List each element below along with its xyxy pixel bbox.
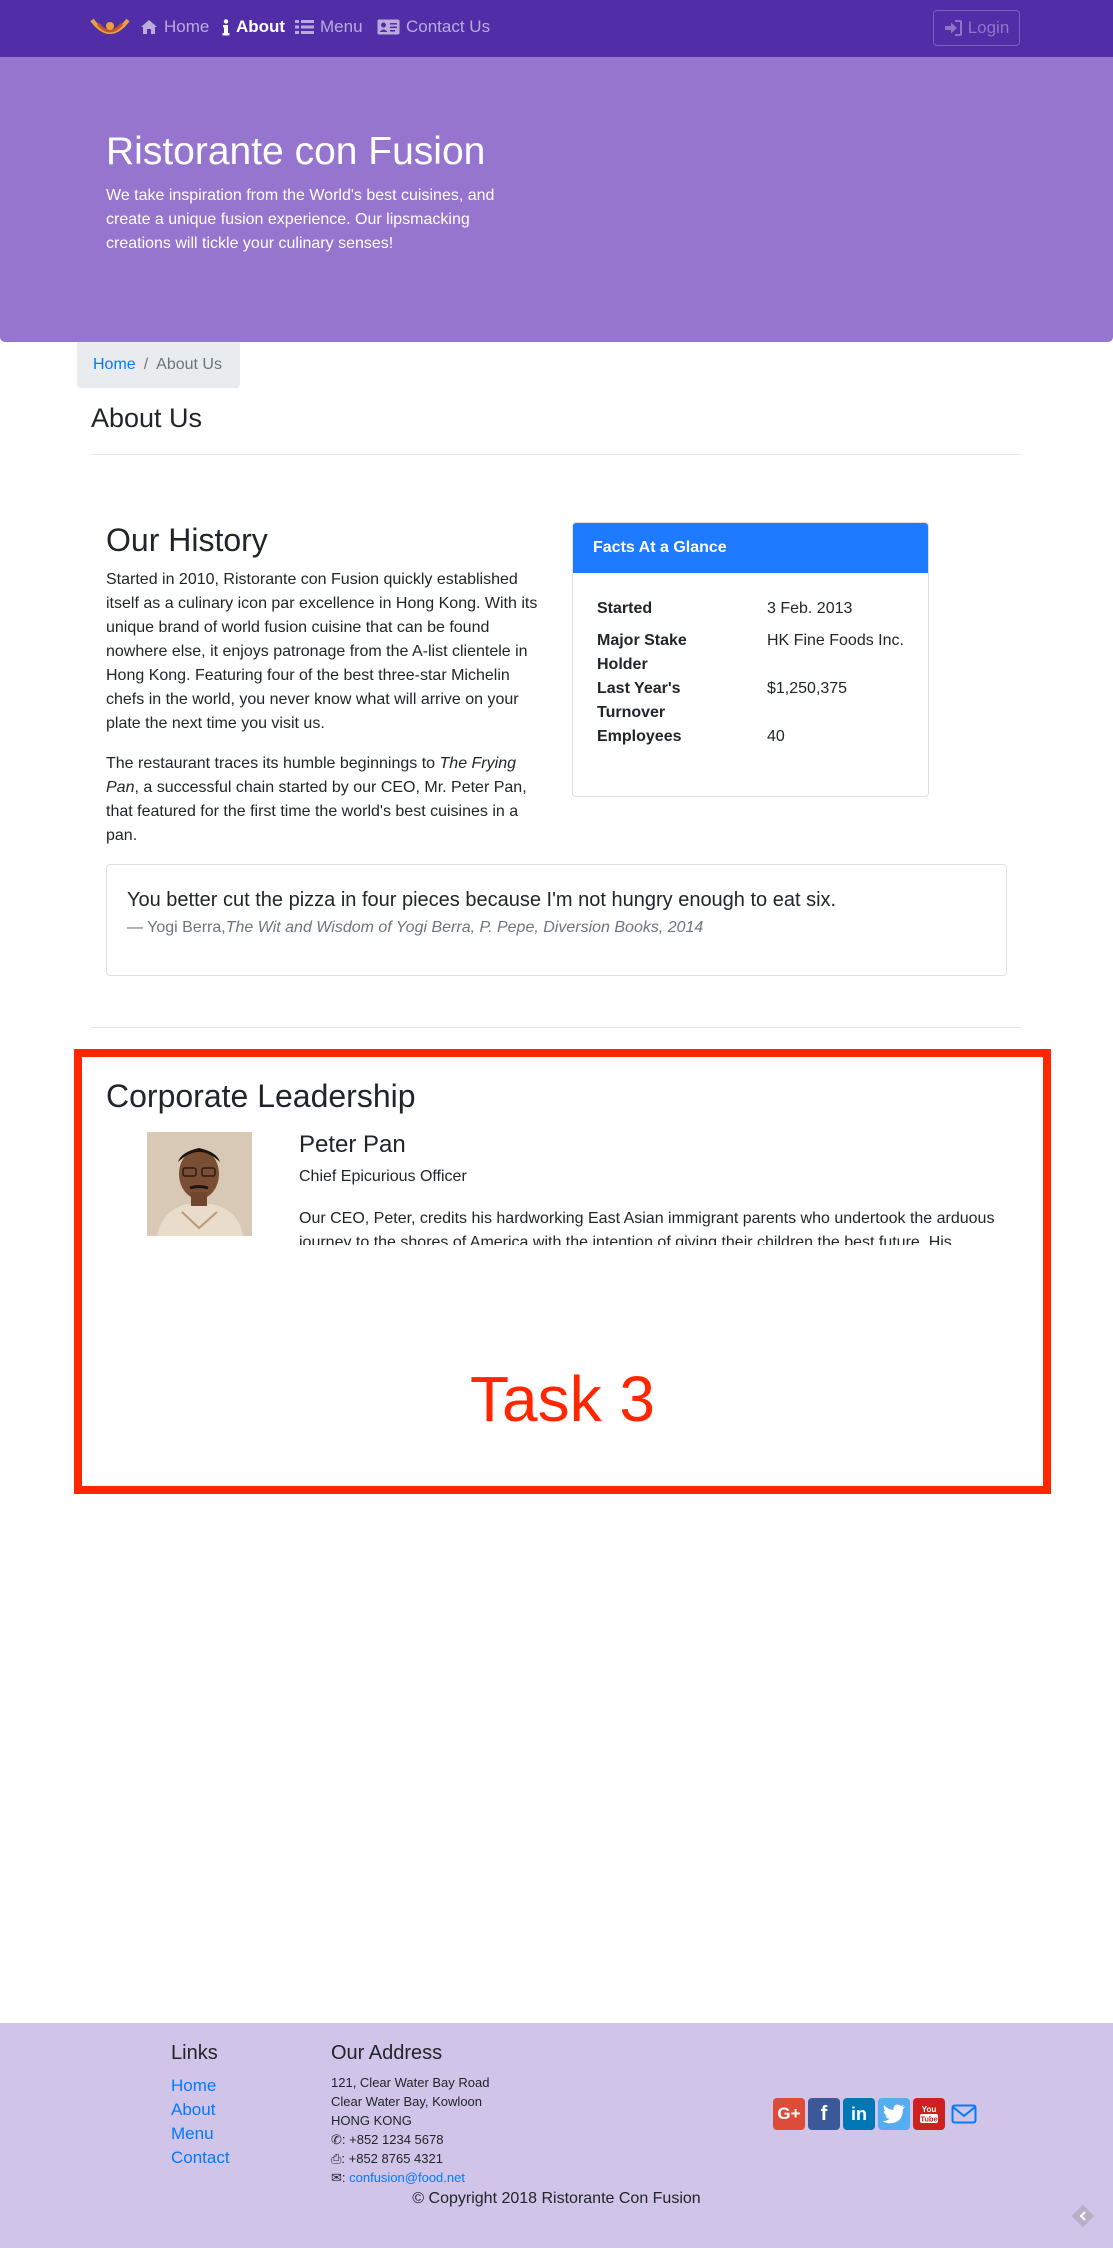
nav-menu[interactable]: Menu: [295, 17, 363, 37]
leadership-heading: Corporate Leadership: [106, 1078, 416, 1114]
fact-term: Employees: [597, 728, 682, 745]
footer-links-heading: Links: [171, 2042, 218, 2064]
history-paragraph-2: The restaurant traces its humble beginni…: [106, 752, 541, 848]
email-link[interactable]: confusion@food.net: [349, 2170, 465, 2185]
address-line: HONG KONG: [331, 2113, 412, 2128]
fact-value: $1,250,375: [767, 680, 848, 697]
envelope-icon: ✉:: [331, 2170, 350, 2185]
history-p2-text-end: , a successful chain started by our CEO,…: [106, 779, 527, 844]
nav-contact-label: Contact Us: [406, 17, 491, 36]
facts-card-header: Facts At a Glance: [573, 523, 928, 573]
envelope-icon[interactable]: [948, 2098, 980, 2130]
quote-footer: — Yogi Berra,The Wit and Wisdom of Yogi …: [127, 919, 703, 937]
footer-link-about[interactable]: About: [171, 2100, 215, 2120]
nav-home-label: Home: [164, 17, 210, 36]
login-label: Login: [967, 18, 1010, 37]
quote-author: — Yogi Berra,: [127, 919, 226, 936]
youtube-icon[interactable]: You Tube: [913, 2098, 945, 2130]
quote-source: The Wit and Wisdom of Yogi Berra, P. Pep…: [225, 919, 704, 936]
brand-logo[interactable]: [90, 14, 130, 44]
footer-link-contact[interactable]: Contact: [171, 2148, 230, 2168]
task-label: Task 3: [470, 1363, 655, 1435]
breadcrumb-separator: /: [143, 356, 149, 373]
facebook-icon[interactable]: f: [808, 2098, 840, 2130]
sign-in-icon: [944, 20, 962, 36]
address-card-icon: [377, 19, 400, 35]
nav-home[interactable]: Home: [140, 17, 209, 37]
nav-about-label: About: [236, 17, 286, 36]
footer-link-home[interactable]: Home: [171, 2076, 216, 2096]
nav-about[interactable]: About: [222, 17, 285, 37]
fact-value: 40: [767, 728, 785, 745]
linkedin-icon[interactable]: in: [843, 2098, 875, 2130]
page-title: About Us: [91, 403, 203, 433]
fax-line: ⎙: +852 8765 4321: [331, 2149, 489, 2168]
divider: [91, 1027, 1021, 1028]
breadcrumb-home[interactable]: Home: [93, 356, 136, 374]
home-icon: [141, 20, 157, 34]
leader-name: Peter Pan: [299, 1131, 406, 1158]
divider: [91, 454, 1021, 455]
footer-link-menu[interactable]: Menu: [171, 2124, 214, 2144]
leader-role: Chief Epicurious Officer: [299, 1168, 467, 1185]
email-line: ✉: confusion@food.net: [331, 2168, 489, 2187]
footer-address: 121, Clear Water Bay Road Clear Water Ba…: [331, 2073, 489, 2187]
facts-list: Started 3 Feb. 2013 Major Stake Holder HK …: [597, 597, 907, 749]
fact-term: Last Year's Turnover: [597, 680, 681, 721]
history-heading: Our History: [106, 522, 268, 558]
breadcrumb: Home / About Us: [77, 342, 240, 388]
phone-line: ✆: +852 1234 5678: [331, 2130, 489, 2149]
fact-value: 3 Feb. 2013: [767, 600, 853, 617]
footer: [0, 2023, 1113, 2248]
restaurant-tagline: We take inspiration from the World's bes…: [106, 187, 495, 252]
diamond-icon: [1070, 2203, 1096, 2229]
quote-card: You better cut the pizza in four pieces …: [106, 864, 1007, 976]
breadcrumb-current: About Us: [156, 356, 222, 373]
footer-address-heading: Our Address: [331, 2042, 443, 2064]
fax-number: : +852 8765 4321: [341, 2151, 443, 2166]
fax-icon: ⎙: [331, 2151, 342, 2166]
quote-text: You better cut the pizza in four pieces …: [127, 889, 837, 911]
fact-term: Started: [597, 600, 653, 617]
list-icon: [295, 20, 314, 34]
nav-contact[interactable]: Contact Us: [377, 17, 490, 37]
phone-icon: ✆: [331, 2132, 342, 2147]
address-line: 121, Clear Water Bay Road: [331, 2075, 490, 2090]
fact-value: HK Fine Foods Inc.: [767, 632, 904, 649]
jumbotron: Ristorante con Fusion We take inspiratio…: [0, 57, 1113, 342]
history-p2-text: The restaurant traces its humble beginni…: [106, 755, 440, 772]
restaurant-title: Ristorante con Fusion: [106, 130, 486, 173]
avatar: [147, 1132, 252, 1236]
facts-card: Facts At a Glance Started 3 Feb. 2013 Maj…: [572, 522, 929, 797]
login-button[interactable]: Login: [933, 10, 1020, 46]
twitter-icon[interactable]: [878, 2098, 910, 2130]
svg-text:Tube: Tube: [920, 2115, 937, 2124]
google-plus-icon[interactable]: G+: [773, 2098, 805, 2130]
svg-text:You: You: [922, 2105, 937, 2114]
phone-number: : +852 1234 5678: [341, 2132, 444, 2147]
copyright: © Copyright 2018 Ristorante Con Fusion: [412, 2190, 701, 2207]
info-icon: [222, 18, 230, 35]
address-line: Clear Water Bay, Kowloon: [331, 2094, 483, 2109]
history-paragraph-1: Started in 2010, Ristorante con Fusion q…: [106, 571, 538, 732]
nav-menu-label: Menu: [320, 17, 363, 36]
leader-bio: Our CEO, Peter, credits his hardworking …: [299, 1210, 995, 1245]
fact-term: Major Stake Holder: [597, 632, 687, 673]
